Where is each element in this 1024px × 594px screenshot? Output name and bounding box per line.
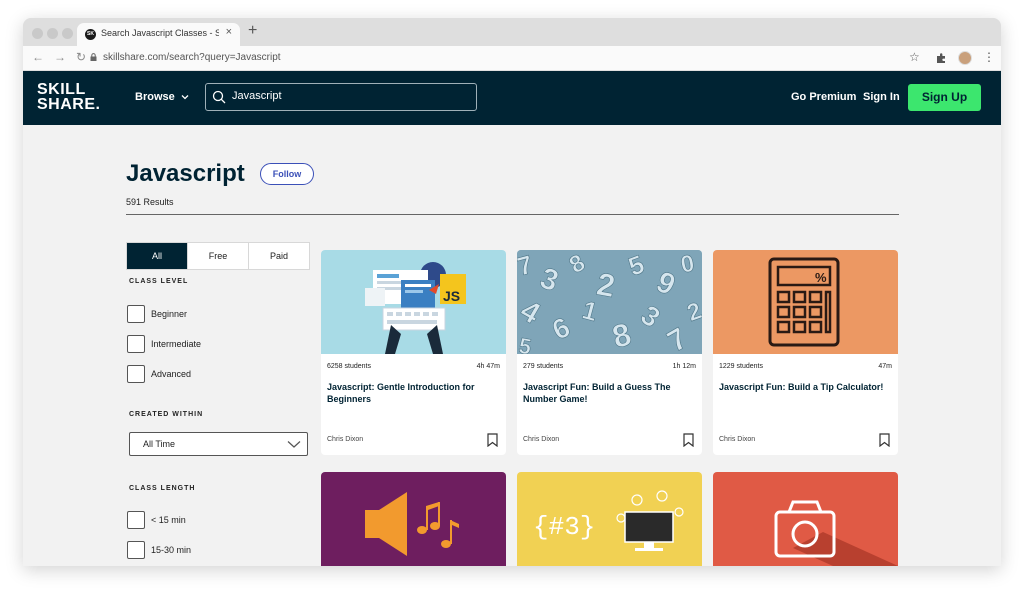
created-within-value: All Time — [143, 439, 176, 449]
minimize-window-dot[interactable] — [47, 28, 58, 39]
student-count: 279 students — [523, 363, 564, 370]
class-card[interactable] — [713, 472, 898, 566]
chevron-down-icon — [181, 95, 189, 100]
15-30-label: 15-30 min — [151, 545, 192, 555]
calculator-icon: % — [768, 257, 840, 347]
results-count: 591 Results — [126, 197, 174, 207]
go-premium-link[interactable]: Go Premium — [791, 91, 856, 103]
class-length-label: CLASS LENGTH — [129, 485, 196, 492]
tab-close-icon[interactable]: × — [226, 26, 232, 38]
price-tab-paid[interactable]: Paid — [249, 243, 309, 269]
bookmark-icon[interactable] — [879, 433, 890, 447]
bookmark-icon[interactable] — [487, 433, 498, 447]
thumb-code-label: {#3} — [533, 512, 595, 542]
student-count: 6258 students — [327, 363, 371, 370]
under-15-checkbox[interactable] — [127, 511, 145, 529]
coding-illustration: JS — [365, 262, 466, 354]
sign-in-link[interactable]: Sign In — [863, 91, 900, 103]
class-card[interactable]: 7 3 8 2 5 9 0 4 6 1 8 3 7 5 2 279 studen… — [517, 250, 702, 455]
divider — [126, 214, 899, 215]
follow-button[interactable]: Follow — [260, 163, 314, 185]
profile-avatar[interactable] — [958, 51, 972, 65]
intermediate-label: Intermediate — [151, 339, 202, 349]
svg-text:JS: JS — [443, 288, 460, 304]
class-duration: 47m — [878, 363, 892, 370]
search-results-page: Javascript Follow 591 Results All Free P… — [23, 125, 1001, 566]
15-30-checkbox[interactable] — [127, 541, 145, 559]
created-within-select[interactable]: All Time — [129, 432, 308, 456]
camera-thumbnail — [774, 500, 898, 566]
audio-thumbnail — [365, 492, 459, 556]
class-card[interactable]: JS 6258 students 4h 47m Javascript: Gent… — [321, 250, 506, 455]
class-duration: 4h 47m — [476, 363, 500, 370]
sign-up-button[interactable]: Sign Up — [908, 84, 981, 111]
extensions-icon[interactable] — [935, 52, 947, 64]
back-icon[interactable]: ← — [32, 50, 44, 64]
tab-bar: SK Search Javascript Classes - Sk × + — [23, 18, 1001, 46]
class-duration: 1h 12m — [672, 363, 696, 370]
search-box[interactable] — [205, 83, 477, 111]
intermediate-checkbox[interactable] — [127, 335, 145, 353]
bookmark-star-icon[interactable]: ☆ — [909, 50, 920, 64]
class-card[interactable]: {#3} — [517, 472, 702, 566]
beginner-label: Beginner — [151, 309, 188, 319]
class-thumbnail: JS — [321, 250, 506, 354]
class-card[interactable] — [321, 472, 506, 566]
price-tab-free[interactable]: Free — [188, 243, 249, 269]
browser-menu-icon[interactable]: ⋮ — [983, 50, 995, 64]
teacher-name[interactable]: Chris Dixon — [327, 436, 363, 443]
teacher-name[interactable]: Chris Dixon — [719, 436, 755, 443]
browser-window: SK Search Javascript Classes - Sk × + ← … — [23, 18, 1001, 566]
svg-text:%: % — [815, 270, 827, 285]
url-field[interactable]: skillshare.com/search?query=Javascript — [103, 52, 281, 63]
class-title[interactable]: Javascript Fun: Build a Guess The Number… — [523, 381, 698, 405]
under-15-label: < 15 min — [151, 515, 186, 525]
chevron-down-icon — [287, 441, 301, 448]
teacher-name[interactable]: Chris Dixon — [523, 436, 559, 443]
numbers-pattern: 7 3 8 2 5 9 0 4 6 1 8 3 7 5 2 — [517, 250, 702, 360]
browse-label: Browse — [135, 91, 175, 103]
browse-menu[interactable]: Browse — [135, 91, 189, 103]
class-thumbnail: % — [713, 250, 898, 354]
address-bar: ← → ↻ skillshare.com/search?query=Javasc… — [23, 46, 1001, 71]
lock-icon — [90, 53, 97, 61]
search-input[interactable] — [232, 90, 462, 102]
created-within-label: CREATED WITHIN — [129, 411, 204, 418]
search-icon — [212, 90, 226, 104]
logo-line-1: SKILL — [37, 81, 86, 98]
class-thumbnail: 7 3 8 2 5 9 0 4 6 1 8 3 7 5 2 — [517, 250, 702, 360]
advanced-checkbox[interactable] — [127, 365, 145, 383]
beginner-checkbox[interactable] — [127, 305, 145, 323]
code-thumbnail: {#3} — [533, 490, 684, 551]
student-count: 1229 students — [719, 363, 763, 370]
advanced-label: Advanced — [151, 369, 192, 379]
bookmark-icon[interactable] — [683, 433, 694, 447]
logo-line-2: SHARE. — [37, 96, 101, 113]
page-title: Javascript — [126, 160, 245, 187]
forward-icon[interactable]: → — [54, 50, 66, 64]
site-header: SKILL SHARE. Browse Go Premium Sign In S… — [23, 71, 1001, 125]
class-title[interactable]: Javascript: Gentle Introduction for Begi… — [327, 381, 502, 405]
class-level-label: CLASS LEVEL — [129, 278, 189, 285]
price-filter: All Free Paid — [126, 242, 310, 270]
favicon-icon: SK — [85, 29, 96, 40]
class-title[interactable]: Javascript Fun: Build a Tip Calculator! — [719, 381, 894, 393]
reload-icon[interactable]: ↻ — [76, 50, 86, 64]
price-tab-all[interactable]: All — [127, 243, 188, 269]
skillshare-logo[interactable]: SKILL SHARE. — [37, 81, 101, 113]
tab-title: Search Javascript Classes - Sk — [101, 28, 219, 38]
new-tab-icon[interactable]: + — [248, 22, 257, 40]
browser-tab[interactable]: SK Search Javascript Classes - Sk × — [77, 23, 240, 46]
close-window-dot[interactable] — [32, 28, 43, 39]
zoom-window-dot[interactable] — [62, 28, 73, 39]
class-card[interactable]: % 1229 students 47m Javascript Fun: Buil… — [713, 250, 898, 455]
